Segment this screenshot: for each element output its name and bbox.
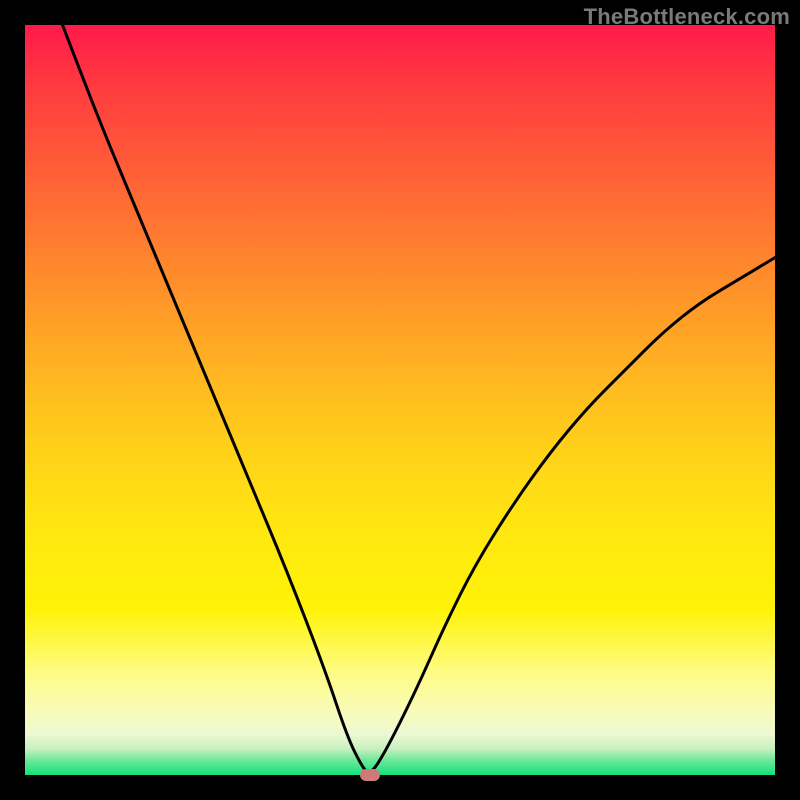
plot-area	[25, 25, 775, 775]
bottleneck-curve	[63, 25, 776, 772]
chart-frame: TheBottleneck.com	[0, 0, 800, 800]
curve-svg	[25, 25, 775, 775]
optimal-marker	[360, 769, 380, 781]
